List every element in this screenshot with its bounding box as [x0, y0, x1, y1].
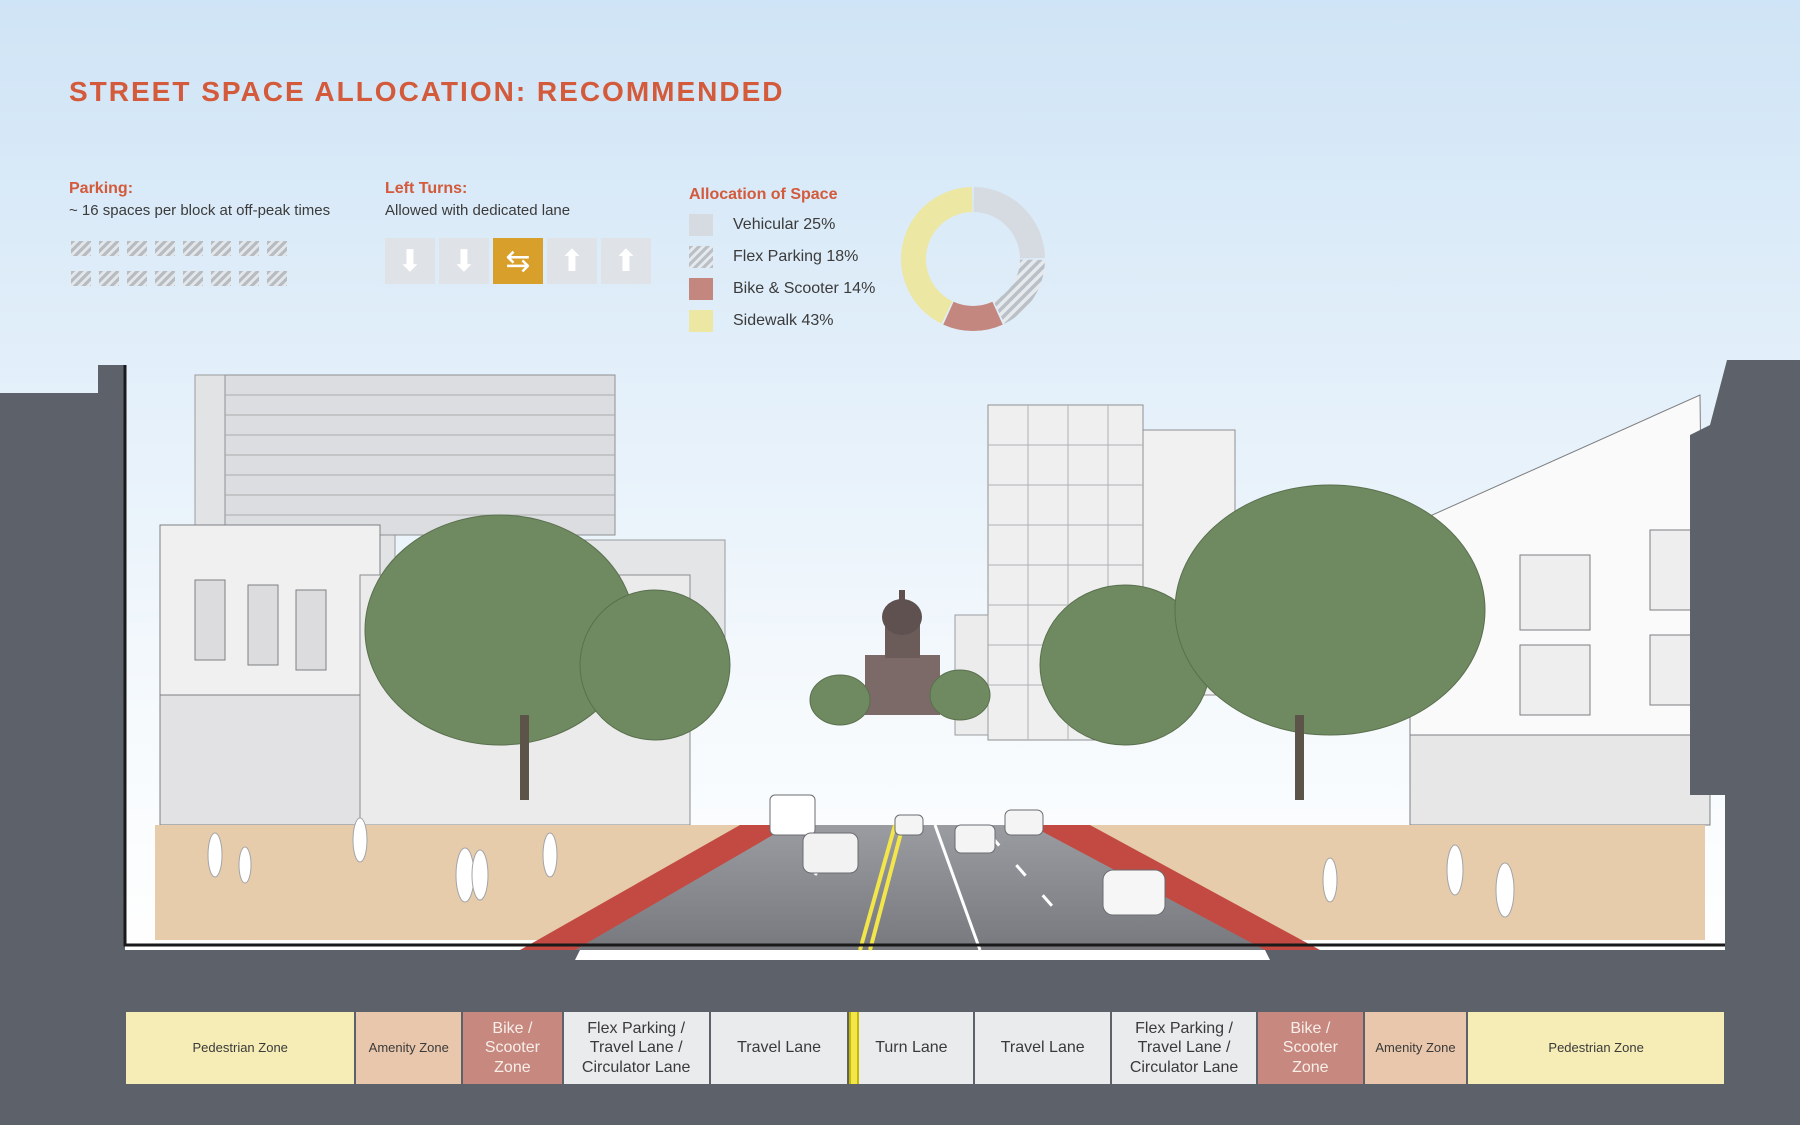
parking-space-icon [127, 241, 147, 256]
street-section-illustration [0, 360, 1800, 960]
parking-space-icon [267, 241, 287, 256]
parking-space-icon [155, 241, 175, 256]
down-arrow-icon: ⬇ [385, 238, 435, 284]
zone-amenity-zone: Amenity Zone [1364, 1012, 1469, 1084]
zone-bike-scooter-zone: Bike / Scooter Zone [463, 1012, 564, 1084]
legend-swatch [689, 214, 713, 236]
parking-text: ~ 16 spaces per block at off-peak times [69, 202, 331, 219]
legend-label: Bike & Scooter 14% [733, 280, 876, 297]
left-turns-label: Left Turns: [385, 180, 468, 197]
donut-slice-flex-parking [993, 259, 1045, 324]
parking-space-icon [99, 271, 119, 286]
zone-flex-parking-travel-lane-circulator-lane: Flex Parking / Travel Lane / Circulator … [1112, 1012, 1259, 1084]
legend-swatch [689, 310, 713, 332]
parking-space-icon [183, 271, 203, 286]
capitol-building [865, 590, 940, 715]
parking-space-icon [71, 271, 91, 286]
allocation-legend: Vehicular 25% Flex Parking 18% Bike & Scoo… [689, 214, 875, 342]
zone-flex-parking-travel-lane-circulator-lane: Flex Parking / Travel Lane / Circulator … [563, 1012, 711, 1084]
donut-slice-sidewalk [901, 187, 973, 324]
parking-space-icon [155, 271, 175, 286]
allocation-donut-chart [901, 187, 1045, 331]
parking-space-icon [211, 271, 231, 286]
parking-space-icon [239, 271, 259, 286]
down-arrow-icon: ⬇ [439, 238, 489, 284]
two-way-turn-arrow-icon: ⇆ [493, 238, 543, 284]
donut-slice-vehicular [973, 187, 1045, 259]
legend-item: Vehicular 25% [689, 214, 875, 236]
allocation-label: Allocation of Space [689, 186, 838, 203]
parking-space-icon [127, 271, 147, 286]
parking-space-icon [267, 271, 287, 286]
median-line-marker [849, 1012, 859, 1084]
parking-space-icon [183, 241, 203, 256]
up-arrow-icon: ⬆ [601, 238, 651, 284]
zone-travel-lane: Travel Lane [710, 1012, 850, 1084]
parking-label: Parking: [69, 180, 134, 197]
zone-bike-scooter-zone: Bike / Scooter Zone [1258, 1012, 1365, 1084]
parking-space-icon [239, 241, 259, 256]
legend-swatch [689, 246, 713, 268]
parking-spaces-icons [71, 241, 295, 301]
donut-slice-bike-scooter [943, 301, 1003, 331]
legend-label: Flex Parking 18% [733, 248, 859, 265]
zone-strip: Pedestrian Zone Amenity Zone Bike / Scoote… [126, 1012, 1726, 1084]
legend-item: Flex Parking 18% [689, 246, 875, 268]
legend-item: Bike & Scooter 14% [689, 278, 875, 300]
zone-amenity-zone: Amenity Zone [356, 1012, 464, 1084]
zone-travel-lane: Travel Lane [975, 1012, 1113, 1084]
legend-swatch [689, 278, 713, 300]
legend-label: Sidewalk 43% [733, 312, 834, 329]
parking-space-icon [211, 241, 231, 256]
parking-space-icon [71, 241, 91, 256]
up-arrow-icon: ⬆ [547, 238, 597, 284]
zone-pedestrian-zone: Pedestrian Zone [1468, 1012, 1726, 1084]
legend-label: Vehicular 25% [733, 216, 836, 233]
page-title: STREET SPACE ALLOCATION: RECOMMENDED [69, 76, 785, 107]
turn-arrows: ⬇ ⬇ ⇆ ⬆ ⬆ [385, 238, 651, 284]
legend-item: Sidewalk 43% [689, 310, 875, 332]
parking-space-icon [99, 241, 119, 256]
zone-turn-lane: Turn Lane [849, 1012, 976, 1084]
zone-pedestrian-zone: Pedestrian Zone [126, 1012, 357, 1084]
left-turns-text: Allowed with dedicated lane [385, 202, 571, 219]
